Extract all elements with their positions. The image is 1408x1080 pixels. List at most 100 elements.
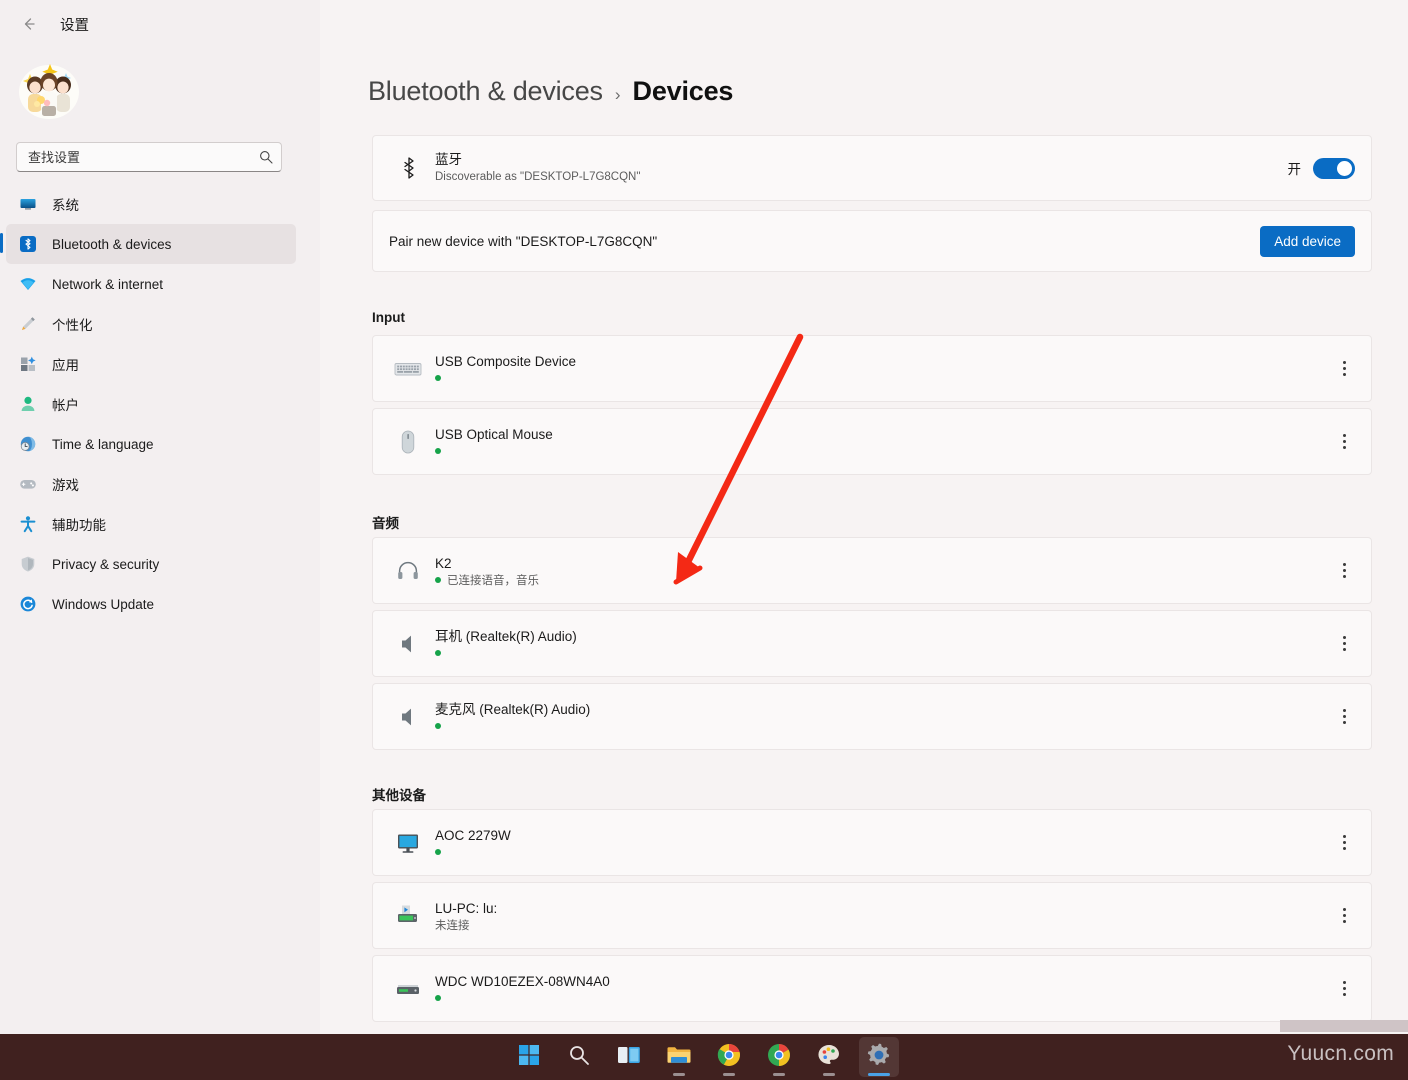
bluetooth-card: 蓝牙 Discoverable as "DESKTOP-L7G8CQN" 开: [372, 135, 1372, 201]
status-badge: [435, 444, 1327, 458]
section-title-audio: 音频: [372, 516, 399, 531]
status-badge: [435, 845, 1327, 859]
pair-device-text: Pair new device with "DESKTOP-L7G8CQN": [389, 233, 658, 249]
sidebar-item-label: Time & language: [52, 436, 154, 452]
device-card-k2: K2 已连接语音，音乐: [372, 537, 1372, 604]
device-status: 未连接: [435, 920, 470, 932]
taskbar-item-chrome-canary[interactable]: [709, 1037, 749, 1077]
settings-gear-icon: [866, 1042, 892, 1073]
device-text: 麦克风 (Realtek(R) Audio): [435, 700, 1327, 733]
sidebar-item-apps[interactable]: 应用: [6, 344, 296, 384]
sidebar-item-accessibility[interactable]: 辅助功能: [6, 504, 296, 544]
more-options-icon[interactable]: [1327, 826, 1361, 860]
sidebar-item-gaming[interactable]: 游戏: [6, 464, 296, 504]
add-device-button[interactable]: Add device: [1260, 225, 1355, 257]
table-row[interactable]: WDC WD10EZEX-08WN4A0: [373, 956, 1371, 1021]
device-text: USB Composite Device: [435, 352, 1327, 385]
avatar[interactable]: [16, 56, 82, 122]
table-row[interactable]: K2 已连接语音，音乐: [373, 538, 1371, 603]
toggle-knob: [1337, 160, 1352, 176]
sidebar-item-personalization[interactable]: 个性化: [6, 304, 296, 344]
table-row[interactable]: AOC 2279W: [373, 810, 1371, 875]
connected-dot-icon: [435, 723, 441, 729]
device-name: AOC 2279W: [435, 828, 511, 843]
running-indicator: [673, 1073, 685, 1076]
sidebar-item-system[interactable]: 系统: [6, 184, 296, 224]
app-title: 设置: [60, 17, 89, 34]
media-device-icon: [389, 903, 427, 929]
system-icon: [18, 194, 38, 214]
paint-icon: [817, 1043, 841, 1072]
taskbar: [0, 1034, 1408, 1080]
more-options-icon[interactable]: [1327, 899, 1361, 933]
sidebar-item-network-internet[interactable]: Network & internet: [6, 264, 296, 304]
shield-icon: [18, 554, 38, 574]
more-options-icon[interactable]: [1327, 352, 1361, 386]
sidebar-item-label: Bluetooth & devices: [52, 236, 172, 252]
table-row[interactable]: 麦克风 (Realtek(R) Audio): [373, 684, 1371, 749]
taskbar-item-search[interactable]: [559, 1037, 599, 1077]
table-row[interactable]: USB Optical Mouse: [373, 409, 1371, 474]
file-explorer-icon: [666, 1044, 692, 1071]
more-options-icon[interactable]: [1327, 627, 1361, 661]
search-icon: [568, 1044, 590, 1071]
more-options-icon[interactable]: [1327, 425, 1361, 459]
google-chrome-icon: [767, 1043, 791, 1072]
sidebar-item-bluetooth-devices[interactable]: Bluetooth & devices: [0, 224, 296, 264]
personalization-icon: [18, 314, 38, 334]
sidebar-item-label: 应用: [52, 358, 79, 373]
device-card-usb-composite-device: USB Composite Device: [372, 335, 1372, 402]
horizontal-scrollbar[interactable]: [1280, 1020, 1408, 1032]
taskbar-item-task-view[interactable]: [609, 1037, 649, 1077]
sidebar-item-label: 辅助功能: [52, 518, 106, 533]
sidebar-item-label: 系统: [52, 198, 79, 213]
sidebar-item-privacy-security[interactable]: Privacy & security: [6, 544, 296, 584]
device-text: K2 已连接语音，音乐: [435, 554, 1327, 587]
table-row[interactable]: LU-PC: lu: 未连接: [373, 883, 1371, 948]
device-name: 耳机 (Realtek(R) Audio): [435, 629, 577, 644]
settings-window: 设置 查找设置 系统 Bluetooth & devices Network &…: [0, 0, 1408, 1080]
taskbar-item-google-chrome[interactable]: [759, 1037, 799, 1077]
device-card-usb-optical-mouse: USB Optical Mouse: [372, 408, 1372, 475]
sidebar-item-accounts[interactable]: 帐户: [6, 384, 296, 424]
section-title-input: Input: [372, 310, 405, 325]
taskbar-item-settings[interactable]: [859, 1037, 899, 1077]
page-title: Devices: [632, 76, 734, 106]
sidebar-item-label: 游戏: [52, 478, 79, 493]
sidebar-item-label: Network & internet: [52, 276, 164, 292]
search-box[interactable]: [16, 142, 282, 172]
device-text: AOC 2279W: [435, 826, 1327, 859]
breadcrumb-parent[interactable]: Bluetooth & devices: [368, 76, 603, 107]
sidebar-item-time-language[interactable]: Time & language: [6, 424, 296, 464]
more-options-icon[interactable]: [1327, 700, 1361, 734]
sidebar: 设置 查找设置 系统 Bluetooth & devices Network &…: [0, 0, 320, 1034]
status-badge: [435, 719, 1327, 733]
active-indicator: [868, 1073, 890, 1076]
more-options-icon[interactable]: [1327, 972, 1361, 1006]
headphones-icon: [389, 559, 427, 583]
breadcrumb: Bluetooth & devices › Devices: [368, 76, 733, 107]
device-name: USB Composite Device: [435, 354, 577, 369]
taskbar-item-paint[interactable]: [809, 1037, 849, 1077]
bluetooth-card-text: 蓝牙 Discoverable as "DESKTOP-L7G8CQN": [435, 151, 1288, 185]
sidebar-item-label: Privacy & security: [52, 556, 160, 572]
taskbar-item-start[interactable]: [509, 1037, 549, 1077]
breadcrumb-separator: ›: [614, 85, 621, 104]
search-input[interactable]: [28, 149, 259, 165]
network-icon: [18, 274, 38, 294]
accessibility-icon: [18, 514, 38, 534]
sidebar-item-windows-update[interactable]: Windows Update: [6, 584, 296, 624]
device-text: WDC WD10EZEX-08WN4A0: [435, 972, 1327, 1005]
table-row[interactable]: 耳机 (Realtek(R) Audio): [373, 611, 1371, 676]
bluetooth-toggle[interactable]: [1313, 157, 1355, 179]
status-badge: 未连接: [435, 918, 1327, 932]
more-options-icon[interactable]: [1327, 554, 1361, 588]
bluetooth-subtitle: Discoverable as "DESKTOP-L7G8CQN": [435, 171, 641, 183]
table-row[interactable]: USB Composite Device: [373, 336, 1371, 401]
taskbar-item-file-explorer[interactable]: [659, 1037, 699, 1077]
status-badge: [435, 991, 1327, 1005]
back-arrow-icon[interactable]: [14, 9, 44, 39]
task-view-icon: [617, 1044, 641, 1071]
device-name: LU-PC: lu:: [435, 901, 498, 916]
device-text: 耳机 (Realtek(R) Audio): [435, 627, 1327, 660]
